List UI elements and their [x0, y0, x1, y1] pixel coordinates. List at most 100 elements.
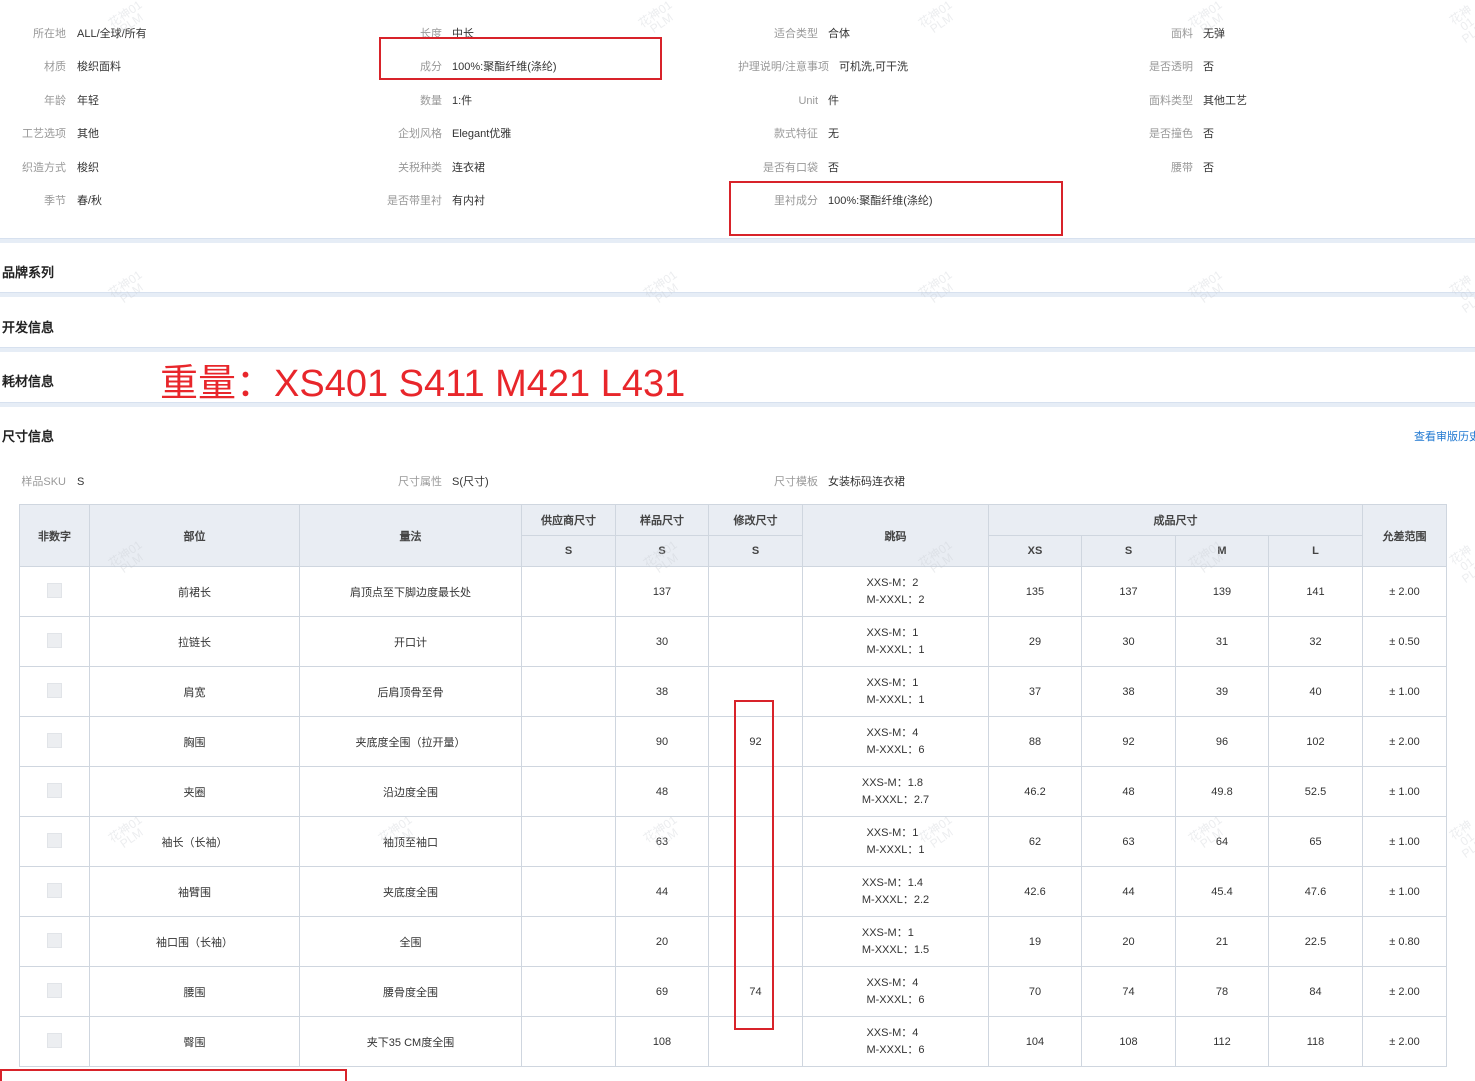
nonnumeric-checkbox[interactable]	[47, 582, 62, 598]
highlight-box-bottom	[0, 1069, 347, 1081]
grade-cell: XXS-M：1.4 M-XXXL：2.2	[802, 866, 989, 917]
grade-line: XXS-M：4	[866, 976, 919, 989]
supplier-size-cell[interactable]	[521, 816, 616, 867]
watermark: 花神01 PLM	[1447, 2, 1475, 45]
finished-m-cell: 64	[1175, 816, 1269, 867]
attr-label: 年龄	[44, 95, 66, 107]
view-review-history-link[interactable]: 查看审版历史	[1414, 428, 1475, 444]
part-cell: 袖臂围	[89, 866, 300, 917]
attr-value: 春/秋	[77, 195, 103, 207]
table-row: 前裙长 肩顶点至下脚边度最长处 137 XXS-M：2 M-XXXL：2 135 137 13…	[19, 566, 1447, 617]
grade-line: M-XXXL：6	[866, 993, 925, 1006]
watermark: 花神01 PLM	[916, 268, 960, 308]
section-divider	[0, 238, 1475, 243]
table-row: 袖臂围 夹底度全围 44 XXS-M：1.4 M-XXXL：2.2 42.6 44 45.4 4…	[19, 866, 1447, 917]
finished-l-cell: 40	[1268, 666, 1363, 717]
supplier-size-cell[interactable]	[521, 566, 616, 617]
finished-l-cell: 84	[1268, 966, 1363, 1017]
highlight-box-modified-size	[734, 700, 774, 1030]
part-cell: 夹圈	[89, 766, 300, 817]
supplier-size-cell[interactable]	[521, 766, 616, 817]
nonnumeric-checkbox[interactable]	[47, 882, 62, 898]
nonnumeric-checkbox[interactable]	[47, 632, 62, 648]
attr-value: 梭织面料	[77, 61, 121, 73]
subheader-size: S	[521, 535, 616, 567]
sample-size-cell: 63	[615, 816, 709, 867]
supplier-size-cell[interactable]	[521, 1016, 616, 1067]
size-table: 非数字 部位 量法 供应商尺寸 样品尺寸 修改尺寸 跳码 成品尺寸 允差范围 S…	[19, 504, 1447, 1067]
attr-value: 其他工艺	[1203, 95, 1247, 107]
subheader-size: S	[615, 535, 709, 567]
nonnumeric-cell	[19, 816, 90, 867]
sample-size-cell: 108	[615, 1016, 709, 1067]
table-row: 夹圈 沿边度全围 48 XXS-M：1.8 M-XXXL：2.7 46.2 48 49.8 52…	[19, 766, 1447, 817]
attr-value: 合体	[828, 28, 850, 40]
nonnumeric-checkbox[interactable]	[47, 782, 62, 798]
nonnumeric-checkbox[interactable]	[47, 982, 62, 998]
grade-cell: XXS-M：4 M-XXXL：6	[802, 966, 989, 1017]
nonnumeric-cell	[19, 966, 90, 1017]
supplier-size-cell[interactable]	[521, 666, 616, 717]
part-cell: 前裙长	[89, 566, 300, 617]
finished-s-cell: 74	[1081, 966, 1176, 1017]
tolerance-cell: ± 1.00	[1362, 666, 1447, 717]
modified-size-cell[interactable]	[708, 566, 803, 617]
finished-xs-cell: 88	[988, 716, 1082, 767]
finished-m-cell: 21	[1175, 916, 1269, 967]
table-row: 胸围 夹底度全围（拉开量） 90 92 XXS-M：4 M-XXXL：6 88 92 96 102…	[19, 716, 1447, 767]
tolerance-cell: ± 2.00	[1362, 566, 1447, 617]
finished-l-cell: 22.5	[1268, 916, 1363, 967]
section-divider	[0, 402, 1475, 407]
sample-size-cell: 90	[615, 716, 709, 767]
part-cell: 拉链长	[89, 616, 300, 667]
supplier-size-cell[interactable]	[521, 916, 616, 967]
finished-m-cell: 45.4	[1175, 866, 1269, 917]
col-header-sample-size: 样品尺寸	[615, 504, 709, 536]
nonnumeric-checkbox[interactable]	[47, 932, 62, 948]
attr-label: Unit	[798, 95, 818, 107]
supplier-size-cell[interactable]	[521, 866, 616, 917]
col-header-tolerance: 允差范围	[1362, 504, 1447, 567]
finished-s-cell: 20	[1081, 916, 1176, 967]
supplier-size-cell[interactable]	[521, 716, 616, 767]
attr-label: 是否撞色	[1149, 128, 1193, 140]
finished-m-cell: 31	[1175, 616, 1269, 667]
nonnumeric-checkbox[interactable]	[47, 732, 62, 748]
grade-values: XXS-M：2 M-XXXL：2	[866, 575, 924, 609]
watermark-line: PLM	[1459, 560, 1475, 586]
highlight-box-composition	[379, 37, 662, 80]
finished-xs-cell: 37	[988, 666, 1082, 717]
tolerance-cell: ± 0.50	[1362, 616, 1447, 667]
nonnumeric-checkbox[interactable]	[47, 682, 62, 698]
watermark-line: 花神01	[1446, 817, 1475, 849]
supplier-size-cell[interactable]	[521, 616, 616, 667]
attr-value: Elegant优雅	[452, 128, 512, 140]
col-header-grade: 跳码	[802, 504, 989, 567]
col-header-supplier-size: 供应商尺寸	[521, 504, 616, 536]
grade-values: XXS-M：1 M-XXXL：1	[866, 825, 924, 859]
nonnumeric-cell	[19, 666, 90, 717]
attr-label: 关税种类	[398, 162, 442, 174]
attr-value: 有内衬	[452, 195, 485, 207]
attr-label: 数量	[420, 95, 442, 107]
tolerance-cell: ± 1.00	[1362, 766, 1447, 817]
highlight-box-lining-composition	[729, 181, 1063, 236]
attr-value: 否	[828, 162, 839, 174]
attr-label: 护理说明/注意事项	[737, 61, 829, 73]
attr-value: 件	[828, 95, 839, 107]
finished-m-cell: 96	[1175, 716, 1269, 767]
grade-line: XXS-M：1.8	[861, 776, 924, 789]
finished-m-cell: 139	[1175, 566, 1269, 617]
attr-value: ALL/全球/所有	[77, 28, 147, 40]
attr-value: 年轻	[77, 95, 99, 107]
grade-values: XXS-M：1.8 M-XXXL：2.7	[862, 775, 929, 809]
section-divider	[0, 347, 1475, 352]
grade-cell: XXS-M：1 M-XXXL：1.5	[802, 916, 989, 967]
nonnumeric-checkbox[interactable]	[47, 1032, 62, 1048]
finished-m-cell: 39	[1175, 666, 1269, 717]
attr-label: 适合类型	[774, 28, 818, 40]
modified-size-cell[interactable]	[708, 616, 803, 667]
method-cell: 全围	[299, 916, 522, 967]
supplier-size-cell[interactable]	[521, 966, 616, 1017]
nonnumeric-checkbox[interactable]	[47, 832, 62, 848]
